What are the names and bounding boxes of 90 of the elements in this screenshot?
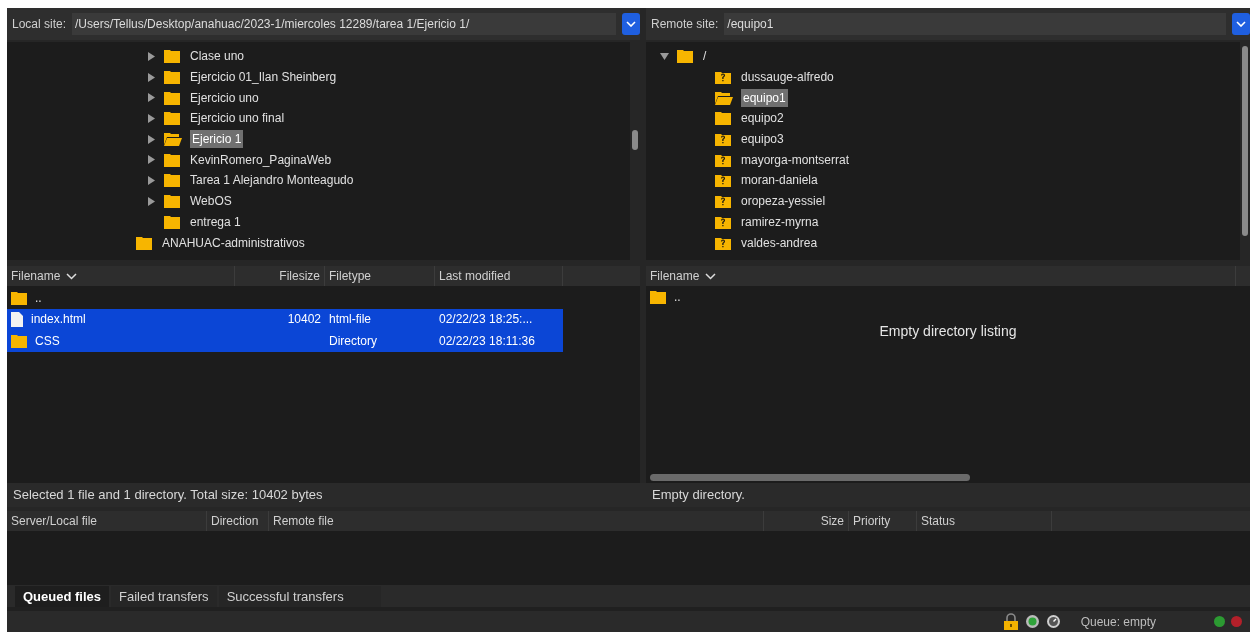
unknown-folder-icon [715,214,731,229]
dropdown-button[interactable] [622,13,640,35]
scrollbar-thumb[interactable] [632,130,638,150]
unknown-folder-icon [715,235,731,250]
folder-icon [164,214,180,229]
collapse-arrow-icon[interactable] [660,51,669,61]
last-modified: 02/22/23 18:25:... [439,312,533,327]
tree-item[interactable]: moran-daniela [739,171,820,190]
file-row[interactable]: index.html 10402 html-file 02/22/23 18:25:... [7,308,563,330]
dropdown-button[interactable] [1232,13,1250,35]
tree-item[interactable]: KevinRomero_PaginaWeb [188,150,334,169]
gauge-icon [1045,614,1061,629]
unknown-folder-icon [715,194,731,209]
unknown-folder-icon [715,70,731,85]
folder-icon [164,152,180,167]
queue-tab[interactable]: Successful transfers [218,586,381,607]
folder-icon [136,235,152,250]
folder-icon [164,194,180,209]
folder-icon [11,290,27,305]
tree-item[interactable]: Ejericio 1 [190,130,244,149]
file-name: .. [674,288,681,306]
sort-chevron-icon [705,272,717,280]
lock-icon [1002,613,1019,630]
tree-item[interactable]: oropeza-yessiel [739,192,828,211]
folder-icon [164,49,180,64]
local-status-text: Selected 1 file and 1 directory. Total size: 10402 bytes [13,486,323,505]
file-row[interactable]: .. [7,287,563,309]
folder-icon [164,111,180,126]
file-name: index.html [31,311,86,329]
queue-status: Queue: empty [1080,613,1156,631]
folder-icon [164,70,180,85]
expand-arrow-icon[interactable] [147,175,156,185]
unknown-folder-icon [715,173,731,188]
chevron-down-icon [1236,21,1246,27]
tree-item[interactable]: Ejercicio uno final [188,109,287,128]
last-modified: 02/22/23 18:11:36 [439,333,535,348]
file-size: 10402 [287,312,321,327]
folder-icon [164,173,180,188]
folder-icon [677,49,693,64]
tree-item[interactable]: valdes-andrea [739,233,820,252]
tree-item[interactable]: ramirez-myrna [739,212,821,231]
file-type: Directory [329,333,377,348]
site-label: Remote site: [651,16,719,33]
open-folder-icon [164,132,182,147]
tree-item[interactable]: equipo2 [739,109,786,128]
local-path-field[interactable]: /Users/Tellus/Desktop/anahuac/2023-1/miercoles 12289/tarea 1/Ejericio 1/ [72,13,616,35]
expand-arrow-icon[interactable] [147,113,156,123]
tree-item[interactable]: equipo1 [741,88,788,107]
site-label: Local site: [12,16,67,33]
unknown-folder-icon [715,152,731,167]
folder-icon [715,111,731,126]
chevron-down-icon [626,21,636,27]
connection-status-light [1231,616,1242,627]
folder-icon [650,289,666,304]
remote-path-field[interactable]: /equipo1 [724,13,1226,35]
tree-item[interactable]: ANAHUAC-administrativos [160,233,307,252]
tree-item[interactable]: Tarea 1 Alejandro Monteagudo [188,171,356,190]
file-icon [11,311,23,327]
expand-arrow-icon[interactable] [147,72,156,82]
file-row[interactable]: CSS Directory 02/22/23 18:11:36 [7,330,563,352]
tree-item[interactable]: Ejercicio 01_Ilan Sheinberg [188,68,339,87]
file-name: CSS [35,332,60,350]
tree-item[interactable]: WebOS [188,192,234,211]
expand-arrow-icon[interactable] [147,93,156,103]
folder-icon [164,90,180,105]
connection-status-light [1214,616,1225,627]
horizontal-scrollbar-thumb[interactable] [650,474,970,481]
file-type: html-file [329,312,371,327]
tree-item[interactable]: entrega 1 [188,212,243,231]
open-folder-icon [715,90,733,105]
sort-chevron-icon [66,272,78,280]
empty-listing-message: Empty directory listing [879,321,1017,341]
tree-item[interactable]: equipo3 [739,130,786,149]
tree-item[interactable]: mayorga-montserrat [739,150,852,169]
file-name: .. [35,289,42,307]
queue-tab[interactable]: Queued files [15,586,110,607]
tree-item[interactable]: dussauge-alfredo [739,68,836,87]
tree-item[interactable]: / [701,47,709,66]
expand-arrow-icon[interactable] [147,196,156,206]
file-row[interactable]: .. [646,286,1250,308]
tree-item[interactable]: Clase uno [188,47,247,66]
folder-icon [11,333,27,348]
expand-arrow-icon[interactable] [147,51,156,61]
tree-item[interactable]: Ejercicio uno [188,88,261,107]
scrollbar-thumb[interactable] [1242,46,1248,236]
remote-status-text: Empty directory. [652,486,745,505]
unknown-folder-icon [715,132,731,147]
expand-arrow-icon[interactable] [147,134,156,144]
expand-arrow-icon[interactable] [147,155,156,165]
queue-tab[interactable]: Failed transfers [111,586,217,607]
